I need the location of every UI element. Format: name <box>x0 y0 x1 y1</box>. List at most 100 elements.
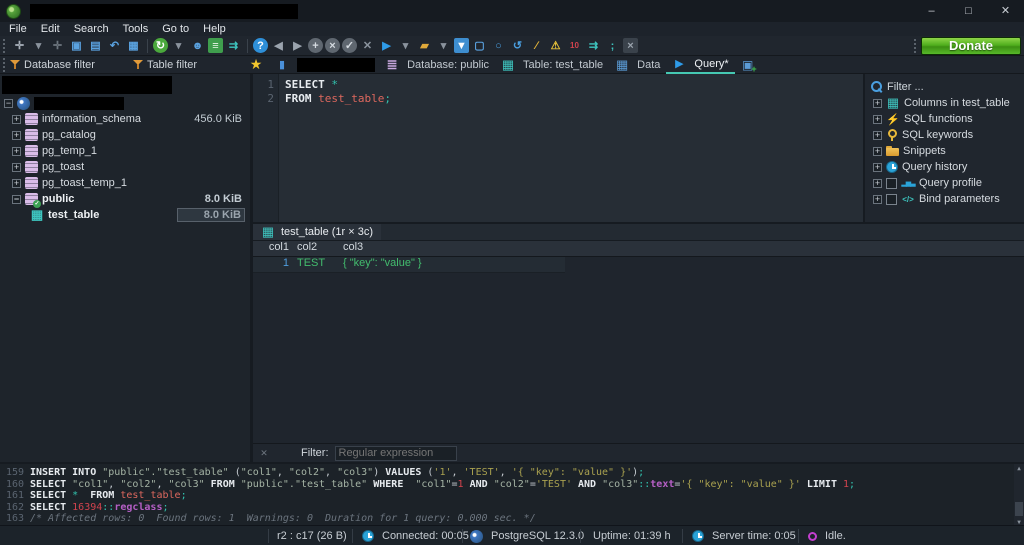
scroll-up-icon[interactable]: ▲ <box>1014 464 1024 473</box>
tab-query-[interactable]: Query* <box>666 56 734 74</box>
collapse-icon[interactable]: − <box>12 195 21 204</box>
disconnect-icon[interactable]: ✛ <box>49 38 66 54</box>
redacted-session-selector[interactable] <box>2 76 172 94</box>
expand-icon[interactable]: + <box>873 131 882 140</box>
new-query-tab-icon[interactable] <box>741 58 755 71</box>
last-result-icon[interactable]: ▶ <box>289 38 306 54</box>
tree-item-pg_temp_1[interactable]: +pg_temp_1 <box>0 143 250 159</box>
helper-item-bind-parameters[interactable]: +Bind parameters <box>865 191 1024 207</box>
cell-col2[interactable]: TEST <box>295 257 341 272</box>
checkbox[interactable] <box>886 194 897 205</box>
find-icon[interactable]: ○ <box>490 38 507 54</box>
helper-item-query-profile[interactable]: +Query profile <box>865 175 1024 191</box>
semicolon-icon[interactable]: ; <box>604 38 621 54</box>
filter-grip[interactable] <box>3 58 7 72</box>
indent-icon[interactable]: ⇉ <box>585 38 602 54</box>
expand-icon[interactable]: + <box>12 147 21 156</box>
open-file-icon[interactable]: ▰ <box>416 38 433 54</box>
helper-item-sql-functions[interactable]: +SQL functions <box>865 111 1024 127</box>
open-dropdown-icon[interactable]: ▾ <box>435 38 452 54</box>
save-icon[interactable]: ▼ <box>454 38 469 53</box>
close-tab-icon[interactable]: × <box>623 38 638 53</box>
clean-icon[interactable]: ∕ <box>528 38 545 54</box>
reformat-icon[interactable]: ↺ <box>509 38 526 54</box>
post-edit-icon[interactable]: ✓ <box>342 38 357 53</box>
csv-export-icon[interactable]: ≡ <box>208 38 223 53</box>
tab-table-test-table[interactable]: Table: test_table <box>495 56 609 74</box>
expand-icon[interactable]: + <box>12 163 21 172</box>
first-result-icon[interactable]: ◀ <box>270 38 287 54</box>
donate-button[interactable]: Donate <box>921 37 1021 55</box>
result-filter-input[interactable] <box>335 446 457 461</box>
paste-icon[interactable]: ▤ <box>87 38 104 54</box>
expand-icon[interactable]: + <box>873 147 882 156</box>
import-icon[interactable]: ⇉ <box>225 38 242 54</box>
column-header-col3[interactable]: col3 <box>341 241 561 256</box>
tab-database-public[interactable]: Database: public <box>379 56 495 74</box>
clear-filter-icon[interactable] <box>257 447 271 460</box>
redacted-session-tab[interactable] <box>297 58 375 72</box>
tree-item-pg_toast_temp_1[interactable]: +pg_toast_temp_1 <box>0 175 250 191</box>
binary-icon[interactable]: 10 <box>566 38 583 54</box>
cancel-edit-icon[interactable]: × <box>325 38 340 53</box>
close-button[interactable]: ✕ <box>987 0 1024 22</box>
scroll-down-icon[interactable]: ▼ <box>1014 518 1024 525</box>
minimize-button[interactable]: – <box>913 0 950 22</box>
warning-icon[interactable]: ⚠ <box>547 38 564 54</box>
database-filter-label[interactable]: Database filter <box>24 59 95 71</box>
sql-log[interactable]: 159INSERT INTO "public"."test_table" ("c… <box>0 462 1024 525</box>
table-filter-label[interactable]: Table filter <box>147 59 197 71</box>
cell-col1[interactable]: 1 <box>253 257 295 272</box>
toolbar-grip[interactable] <box>3 39 7 53</box>
menu-item-help[interactable]: Help <box>196 22 233 36</box>
sql-editor[interactable]: 12 SELECT *FROM test_table; <box>253 74 863 222</box>
table-row[interactable]: 1TEST{ "key": "value" } <box>253 257 565 273</box>
expand-icon[interactable]: + <box>873 195 882 204</box>
connect-icon[interactable]: ✛ <box>11 38 28 54</box>
scroll-thumb[interactable] <box>1015 502 1023 516</box>
helper-item-columns-in-test-table[interactable]: +Columns in test_table <box>865 95 1024 111</box>
tree-item-pg_catalog[interactable]: +pg_catalog <box>0 127 250 143</box>
editor-code[interactable]: SELECT *FROM test_table; <box>279 74 391 222</box>
expand-icon[interactable]: + <box>12 179 21 188</box>
connect-dropdown-icon[interactable]: ▾ <box>30 38 47 54</box>
menu-item-edit[interactable]: Edit <box>34 22 67 36</box>
column-header-col2[interactable]: col2 <box>295 241 341 256</box>
favorites-star-icon[interactable] <box>249 58 263 71</box>
maximize-button[interactable]: □ <box>950 0 987 22</box>
stop-icon[interactable]: ✕ <box>359 38 376 54</box>
checkbox[interactable] <box>886 178 897 189</box>
snippet-save-icon[interactable]: ▢ <box>471 38 488 54</box>
expand-icon[interactable]: + <box>873 163 882 172</box>
user-manager-icon[interactable]: ☻ <box>189 38 206 54</box>
copy-icon[interactable]: ▣ <box>68 38 85 54</box>
column-header-col1[interactable]: col1 <box>253 241 295 256</box>
insert-row-icon[interactable]: + <box>308 38 323 53</box>
host-tab-icon[interactable] <box>275 58 289 71</box>
menu-item-search[interactable]: Search <box>67 22 116 36</box>
tab-data[interactable]: Data <box>609 56 666 74</box>
tree-item-pg_toast[interactable]: +pg_toast <box>0 159 250 175</box>
menu-item-tools[interactable]: Tools <box>116 22 156 36</box>
tree-root-row[interactable]: − <box>0 95 250 111</box>
refresh-dropdown-icon[interactable]: ▾ <box>170 38 187 54</box>
helpers-filter-label[interactable]: Filter ... <box>887 81 924 93</box>
log-scrollbar[interactable]: ▲ ▼ <box>1014 464 1024 525</box>
tree-item-public[interactable]: −public8.0 KiB <box>0 191 250 207</box>
menu-item-go-to[interactable]: Go to <box>155 22 196 36</box>
refresh-icon[interactable]: ↻ <box>153 38 168 53</box>
expand-icon[interactable]: + <box>12 131 21 140</box>
undo-icon[interactable]: ↶ <box>106 38 123 54</box>
menu-item-file[interactable]: File <box>2 22 34 36</box>
expand-icon[interactable]: + <box>12 115 21 124</box>
expand-icon[interactable]: + <box>873 115 882 124</box>
tree-item-test_table[interactable]: test_table8.0 KiB <box>0 207 250 223</box>
helper-item-sql-keywords[interactable]: +SQL keywords <box>865 127 1024 143</box>
donate-grip[interactable] <box>914 39 918 53</box>
run-dropdown-icon[interactable]: ▾ <box>397 38 414 54</box>
collapse-icon[interactable]: − <box>4 99 13 108</box>
print-icon[interactable]: ▦ <box>125 38 142 54</box>
expand-icon[interactable]: + <box>873 179 882 188</box>
run-query-icon[interactable]: ▶ <box>378 38 395 54</box>
help-icon[interactable]: ? <box>253 38 268 53</box>
